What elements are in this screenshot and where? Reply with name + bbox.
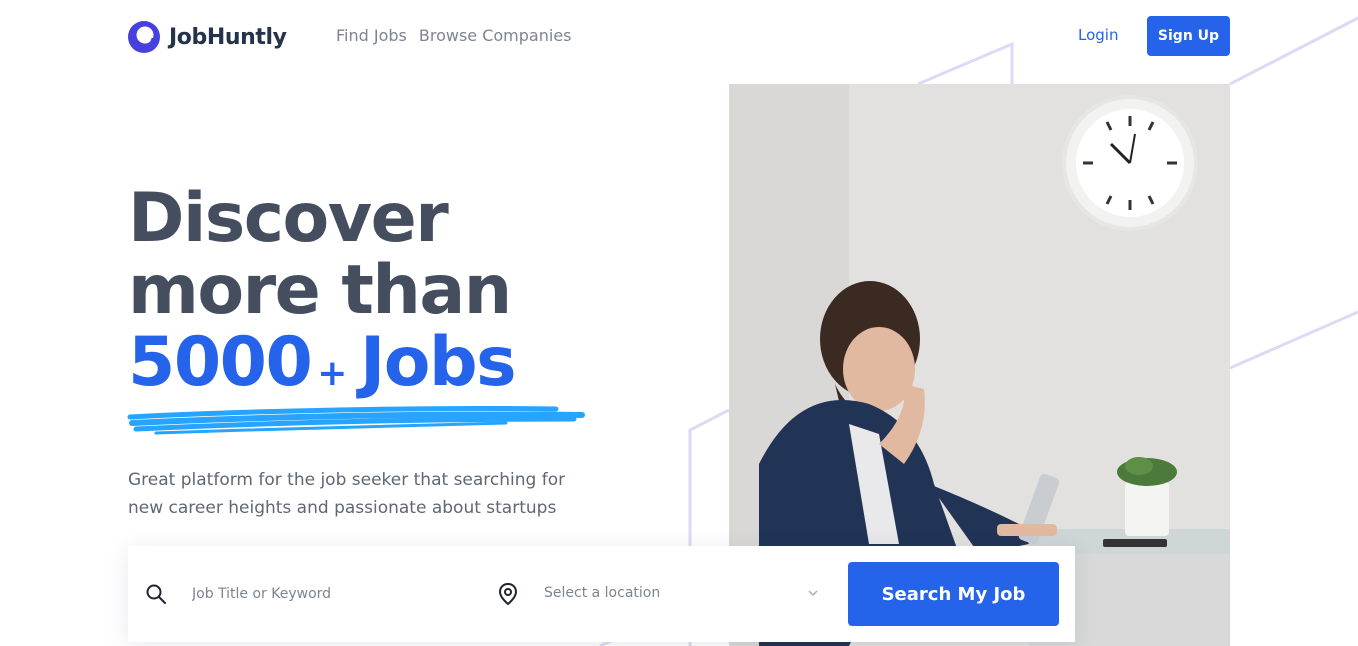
nav-find-jobs[interactable]: Find Jobs [336,26,407,45]
location-pin-icon [498,582,518,606]
jobs-count: 5000 [128,323,313,402]
hero-line-jobs-count: 5000 + Jobs [128,327,688,410]
plus-sign: + [317,353,347,394]
hero-line-discover: Discover [128,179,449,258]
hero-subtitle-line-2: new career heights and passionate about … [128,498,557,518]
main-nav: Find Jobs Browse Companies [336,26,572,45]
hero-heading: Discover more than 5000 + Jobs [128,183,688,410]
search-icon [146,584,166,604]
location-select-value: Select a location [544,585,661,601]
hero-line-more-than: more than [128,251,512,330]
hero-subtitle: Great platform for the job seeker that s… [128,466,608,522]
chevron-down-icon [808,590,818,597]
keyword-input[interactable] [192,580,462,608]
search-my-job-button[interactable]: Search My Job [848,562,1059,626]
login-link[interactable]: Login [1078,26,1118,44]
logo-icon [128,21,160,53]
brand-logo[interactable]: JobHuntly [128,21,287,53]
nav-browse-companies[interactable]: Browse Companies [419,26,572,45]
hero-subtitle-line-1: Great platform for the job seeker that s… [128,470,566,490]
jobs-word: Jobs [359,323,517,402]
brush-underline [127,405,585,435]
location-select[interactable]: Select a location [544,580,824,608]
signup-button[interactable]: Sign Up [1147,16,1230,56]
brand-name: JobHuntly [169,24,287,50]
wall-clock [1062,95,1198,231]
